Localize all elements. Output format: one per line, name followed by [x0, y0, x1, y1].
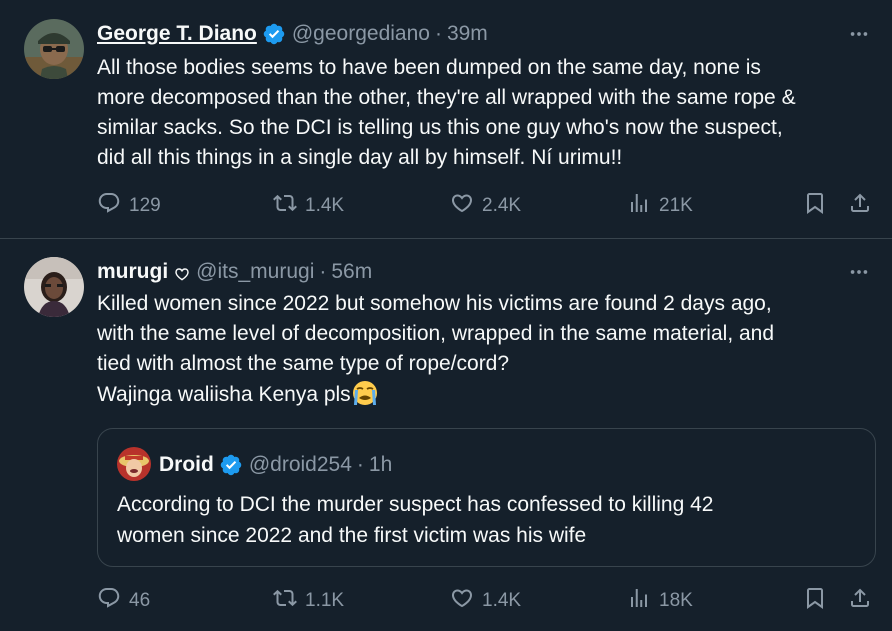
timestamp[interactable]: 39m [447, 22, 488, 46]
quote-author-name[interactable]: Droid [159, 453, 214, 477]
like-button[interactable]: 2.4K [450, 190, 521, 222]
like-icon [450, 586, 474, 616]
author-name[interactable]: murugi [97, 260, 168, 284]
quote-avatar[interactable] [117, 447, 151, 481]
tweet-text-segment: Wajinga waliisha Kenya pls [97, 383, 351, 406]
views-count: 18K [659, 590, 693, 611]
action-bar: 46 1.1K 1.4K 18K [0, 585, 892, 617]
like-count: 2.4K [482, 195, 522, 216]
like-count: 1.4K [482, 590, 522, 611]
retweet-icon [273, 586, 297, 616]
tweet-text-line: more decomposed than the other, they're … [97, 86, 796, 109]
tweet-text: All those bodies seems to have been dump… [97, 53, 877, 173]
action-bar: 129 1.4K 2.4K 21K [0, 190, 892, 222]
tweet-text-line: Killed women since 2022 but somehow his … [97, 292, 772, 315]
more-icon[interactable] [846, 259, 872, 285]
separator: · [434, 22, 442, 45]
reply-button[interactable]: 129 [97, 190, 161, 222]
verified-badge-icon [219, 453, 243, 477]
share-button[interactable] [848, 585, 872, 617]
quote-header: Droid @droid254 · 1h [159, 451, 392, 479]
quoted-tweet[interactable]: Droid @droid254 · 1h According to DCI th… [97, 428, 876, 567]
retweet-icon [273, 191, 297, 221]
more-icon[interactable] [846, 21, 872, 47]
separator: · [319, 260, 327, 283]
separator: · [356, 453, 364, 476]
tweet-header: George T. Diano @georgediano · 39m [97, 20, 488, 48]
reply-icon [97, 586, 121, 616]
quote-timestamp[interactable]: 1h [369, 453, 392, 477]
reply-count: 129 [129, 195, 161, 216]
like-button[interactable]: 1.4K [450, 585, 521, 617]
retweet-button[interactable]: 1.4K [273, 190, 344, 222]
quote-text: According to DCI the murder suspect has … [117, 489, 857, 551]
crying-face-emoji [351, 379, 379, 407]
tweet-text-line: did all this things in a single day all … [97, 146, 623, 169]
views-icon [627, 191, 651, 221]
tweet-text: Killed women since 2022 but somehow his … [97, 289, 877, 410]
tweet-text-line: similar sacks. So the DCI is telling us … [97, 116, 783, 139]
tweet[interactable]: George T. Diano @georgediano · 39m All t… [0, 0, 892, 239]
retweet-count: 1.1K [305, 590, 345, 611]
avatar[interactable] [24, 19, 84, 79]
views-count: 21K [659, 195, 693, 216]
share-icon [848, 191, 872, 221]
bookmark-button[interactable] [803, 190, 827, 222]
views-icon [627, 586, 651, 616]
timestamp[interactable]: 56m [331, 260, 372, 284]
tweet[interactable]: murugi @its_murugi · 56m Killed women si… [0, 239, 892, 631]
avatar[interactable] [24, 257, 84, 317]
share-icon [848, 586, 872, 616]
retweet-count: 1.4K [305, 195, 345, 216]
tweet-text-line: All those bodies seems to have been dump… [97, 56, 761, 79]
tweet-text-line: Wajinga waliisha Kenya pls [97, 379, 877, 410]
tweet-text-line: with the same level of decomposition, wr… [97, 322, 775, 345]
reply-button[interactable]: 46 [97, 585, 150, 617]
author-handle[interactable]: @georgediano [292, 22, 430, 46]
bookmark-icon [803, 191, 827, 221]
reply-count: 46 [129, 590, 151, 611]
views-button[interactable]: 18K [627, 585, 693, 617]
verified-badge-icon [262, 22, 286, 46]
quote-text-line: women since 2022 and the first victim wa… [117, 524, 587, 547]
retweet-button[interactable]: 1.1K [273, 585, 344, 617]
tweet-header: murugi @its_murugi · 56m [97, 258, 372, 286]
quote-text-line: According to DCI the murder suspect has … [117, 493, 714, 516]
author-name[interactable]: George T. Diano [97, 22, 257, 46]
author-handle[interactable]: @its_murugi [196, 260, 314, 284]
views-button[interactable]: 21K [627, 190, 693, 222]
quote-author-handle[interactable]: @droid254 [249, 453, 352, 477]
bookmark-button[interactable] [803, 585, 827, 617]
heart-outline-icon [174, 264, 190, 281]
like-icon [450, 191, 474, 221]
reply-icon [97, 191, 121, 221]
share-button[interactable] [848, 190, 872, 222]
bookmark-icon [803, 586, 827, 616]
tweet-text-line: tied with almost the same type of rope/c… [97, 352, 510, 375]
